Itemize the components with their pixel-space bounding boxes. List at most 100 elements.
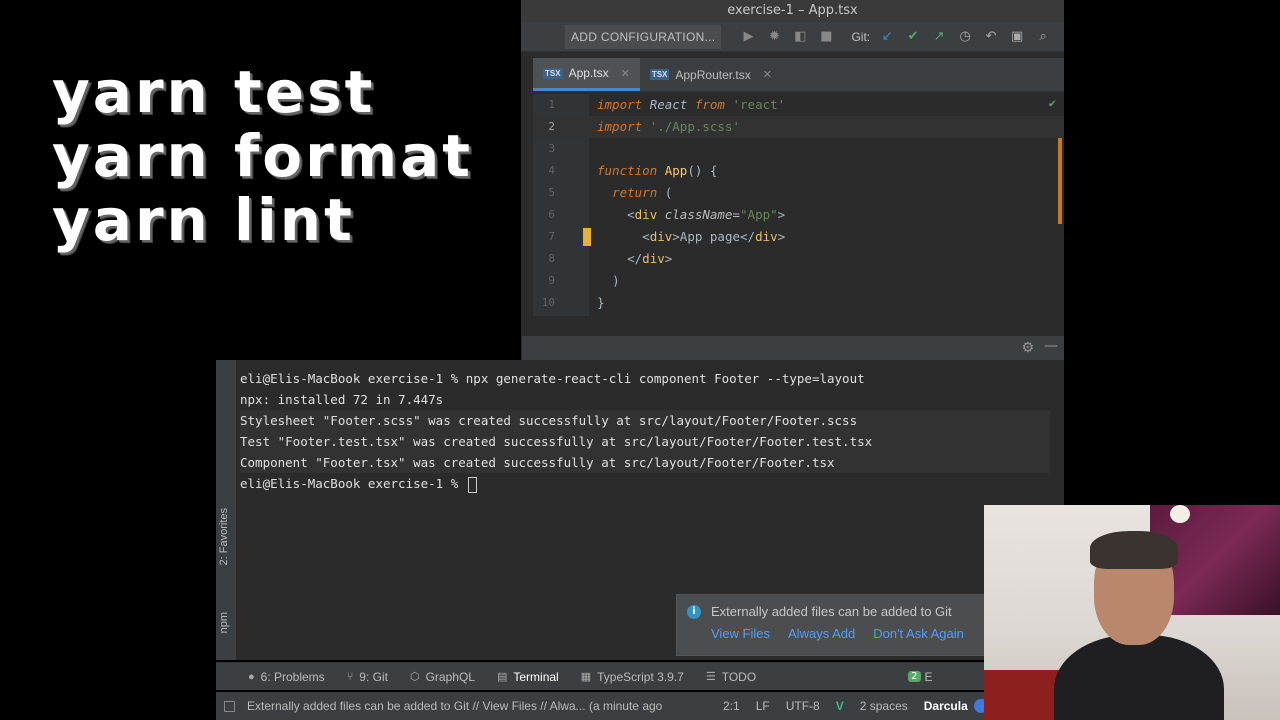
rollback-icon[interactable]: ↶ xyxy=(978,29,1004,44)
event-log-badge[interactable]: 2 xyxy=(908,671,921,682)
problems-icon: ● xyxy=(248,670,255,683)
tab-graphql[interactable]: ⬡ GraphQL xyxy=(410,670,475,684)
code-line: 8 </div> xyxy=(533,248,1064,270)
line-number: 7 xyxy=(548,230,555,243)
terminal-header: ⚙ — xyxy=(522,336,1064,360)
keyword: import xyxy=(597,119,643,134)
line-number: 9 xyxy=(548,274,555,287)
git-update-icon[interactable]: ↙ xyxy=(874,29,900,44)
keyword: import xyxy=(597,97,643,112)
npm-tab[interactable]: npm xyxy=(218,612,230,633)
tab-terminal[interactable]: ▤ Terminal xyxy=(497,670,559,684)
git-push-icon[interactable]: ↗ xyxy=(926,29,952,44)
close-icon[interactable]: ✕ xyxy=(621,67,630,80)
line-number: 5 xyxy=(548,186,555,199)
dont-ask-again-link[interactable]: Don't Ask Again xyxy=(873,626,964,641)
terminal-output[interactable]: eli@Elis-MacBook exercise-1 % npx genera… xyxy=(240,368,1050,494)
event-log-tab[interactable]: E xyxy=(925,670,933,684)
keyword: from xyxy=(694,97,725,112)
terminal-cursor xyxy=(467,476,477,493)
stop-icon[interactable]: ■ xyxy=(813,29,839,44)
terminal-line: npx: installed 72 in 7.447s xyxy=(240,392,444,407)
tsx-file-icon: TSX xyxy=(649,69,670,80)
string: './App.scss' xyxy=(649,119,740,134)
webcam-feed xyxy=(984,505,1280,720)
torso xyxy=(1054,635,1224,720)
terminal-line: eli@Elis-MacBook exercise-1 % npx genera… xyxy=(240,371,865,386)
terminal-line: Stylesheet "Footer.scss" was created suc… xyxy=(240,410,1050,431)
always-add-link[interactable]: Always Add xyxy=(788,626,855,641)
git-label: Git: xyxy=(851,29,871,44)
hair xyxy=(1090,531,1178,569)
tab-typescript[interactable]: ▦ TypeScript 3.9.7 xyxy=(581,670,684,684)
view-files-link[interactable]: View Files xyxy=(711,626,770,641)
window-title: exercise-1 – App.tsx xyxy=(521,0,1064,22)
code-line: 9 ) xyxy=(533,270,1064,292)
code-line: 2 import './App.scss' xyxy=(533,116,1064,138)
typescript-icon: ▦ xyxy=(580,671,592,683)
identifier: React xyxy=(649,97,688,112)
ide-window: exercise-1 – App.tsx ADD CONFIGURATION..… xyxy=(521,0,1064,360)
terminal-line: Test "Footer.test.tsx" was created succe… xyxy=(240,431,1050,452)
change-marker xyxy=(583,228,591,246)
editor-tabs: TSX App.tsx ✕ TSX AppRouter.tsx ✕ xyxy=(533,58,1064,92)
run-icon[interactable]: ▶ xyxy=(735,29,761,44)
lamp xyxy=(1170,505,1190,523)
layout-icon[interactable]: ▣ xyxy=(1004,29,1030,44)
line-number: 8 xyxy=(548,252,555,265)
search-icon[interactable]: ⌕ xyxy=(1030,29,1056,44)
tool-window-bar: ● 6: Problems ⑂ 9: Git ⬡ GraphQL ▤ Terminal … xyxy=(216,662,1064,690)
theme-name[interactable]: Darcula xyxy=(924,699,968,713)
side-tool-strip: 2: Favorites npm xyxy=(216,360,236,660)
line-number: 4 xyxy=(548,164,555,177)
code-line: 7 <div>App page</div> xyxy=(533,226,1064,248)
overlay-line: yarn format xyxy=(52,122,474,190)
tab-label: AppRouter.tsx xyxy=(675,67,751,82)
coverage-icon[interactable]: ◧ xyxy=(787,29,813,44)
favorites-tab[interactable]: 2: Favorites xyxy=(218,508,230,565)
function-name: App xyxy=(664,163,688,178)
info-icon: i xyxy=(687,605,701,619)
indent-setting[interactable]: 2 spaces xyxy=(860,699,908,713)
line-separator[interactable]: LF xyxy=(756,699,770,713)
tab-git[interactable]: ⑂ 9: Git xyxy=(347,670,388,684)
vue-icon[interactable]: V xyxy=(836,699,844,713)
line-number: 2 xyxy=(548,120,555,133)
line-number: 6 xyxy=(548,208,555,221)
tab-problems[interactable]: ● 6: Problems xyxy=(248,670,325,684)
code-editor[interactable]: ✔ 1 import React from 'react' 2 import '… xyxy=(533,94,1064,316)
terminal-prompt: eli@Elis-MacBook exercise-1 % xyxy=(240,476,466,491)
caret-position[interactable]: 2:1 xyxy=(723,699,740,713)
notification-message: Externally added files can be added to G… xyxy=(711,604,952,619)
terminal-prompt-line[interactable]: eli@Elis-MacBook exercise-1 % xyxy=(240,473,1050,494)
debug-icon[interactable]: ✹ xyxy=(761,29,787,44)
terminal-icon: ▤ xyxy=(496,671,508,683)
presenter xyxy=(1054,531,1224,720)
add-configuration-button[interactable]: ADD CONFIGURATION... xyxy=(565,24,722,49)
code-line: 5 return ( xyxy=(533,182,1064,204)
overlay-line: yarn test xyxy=(52,58,376,126)
code-line: 6 <div className="App"> xyxy=(533,204,1064,226)
tab-app-tsx[interactable]: TSX App.tsx ✕ xyxy=(533,58,640,91)
toggle-tool-windows-icon[interactable] xyxy=(224,700,235,712)
string: 'react' xyxy=(732,97,786,112)
code-line: 3 xyxy=(533,138,1064,160)
status-bar: Externally added files can be added to G… xyxy=(216,692,1064,720)
line-number: 10 xyxy=(541,296,555,309)
main-toolbar: ADD CONFIGURATION... ▶ ✹ ◧ ■ Git: ↙ ✔ ↗ … xyxy=(521,22,1064,52)
gear-icon[interactable]: ⚙ xyxy=(1021,340,1034,356)
graphql-icon: ⬡ xyxy=(409,671,420,683)
file-encoding[interactable]: UTF-8 xyxy=(786,699,820,713)
tab-todo[interactable]: ☰ TODO xyxy=(706,670,756,684)
tab-approuter-tsx[interactable]: TSX AppRouter.tsx ✕ xyxy=(640,58,782,91)
code-line: 10 } xyxy=(533,292,1064,314)
keyword: return xyxy=(612,185,658,200)
line-number: 1 xyxy=(548,98,555,111)
history-icon[interactable]: ◷ xyxy=(952,29,978,44)
git-commit-icon[interactable]: ✔ xyxy=(900,29,926,44)
minimize-icon[interactable]: — xyxy=(1044,338,1058,354)
close-icon[interactable]: ✕ xyxy=(763,68,772,81)
terminal-line: Component "Footer.tsx" was created succe… xyxy=(240,452,1050,473)
command-overlay: yarn test yarn format yarn lint xyxy=(52,60,512,252)
status-message[interactable]: Externally added files can be added to G… xyxy=(247,699,707,713)
